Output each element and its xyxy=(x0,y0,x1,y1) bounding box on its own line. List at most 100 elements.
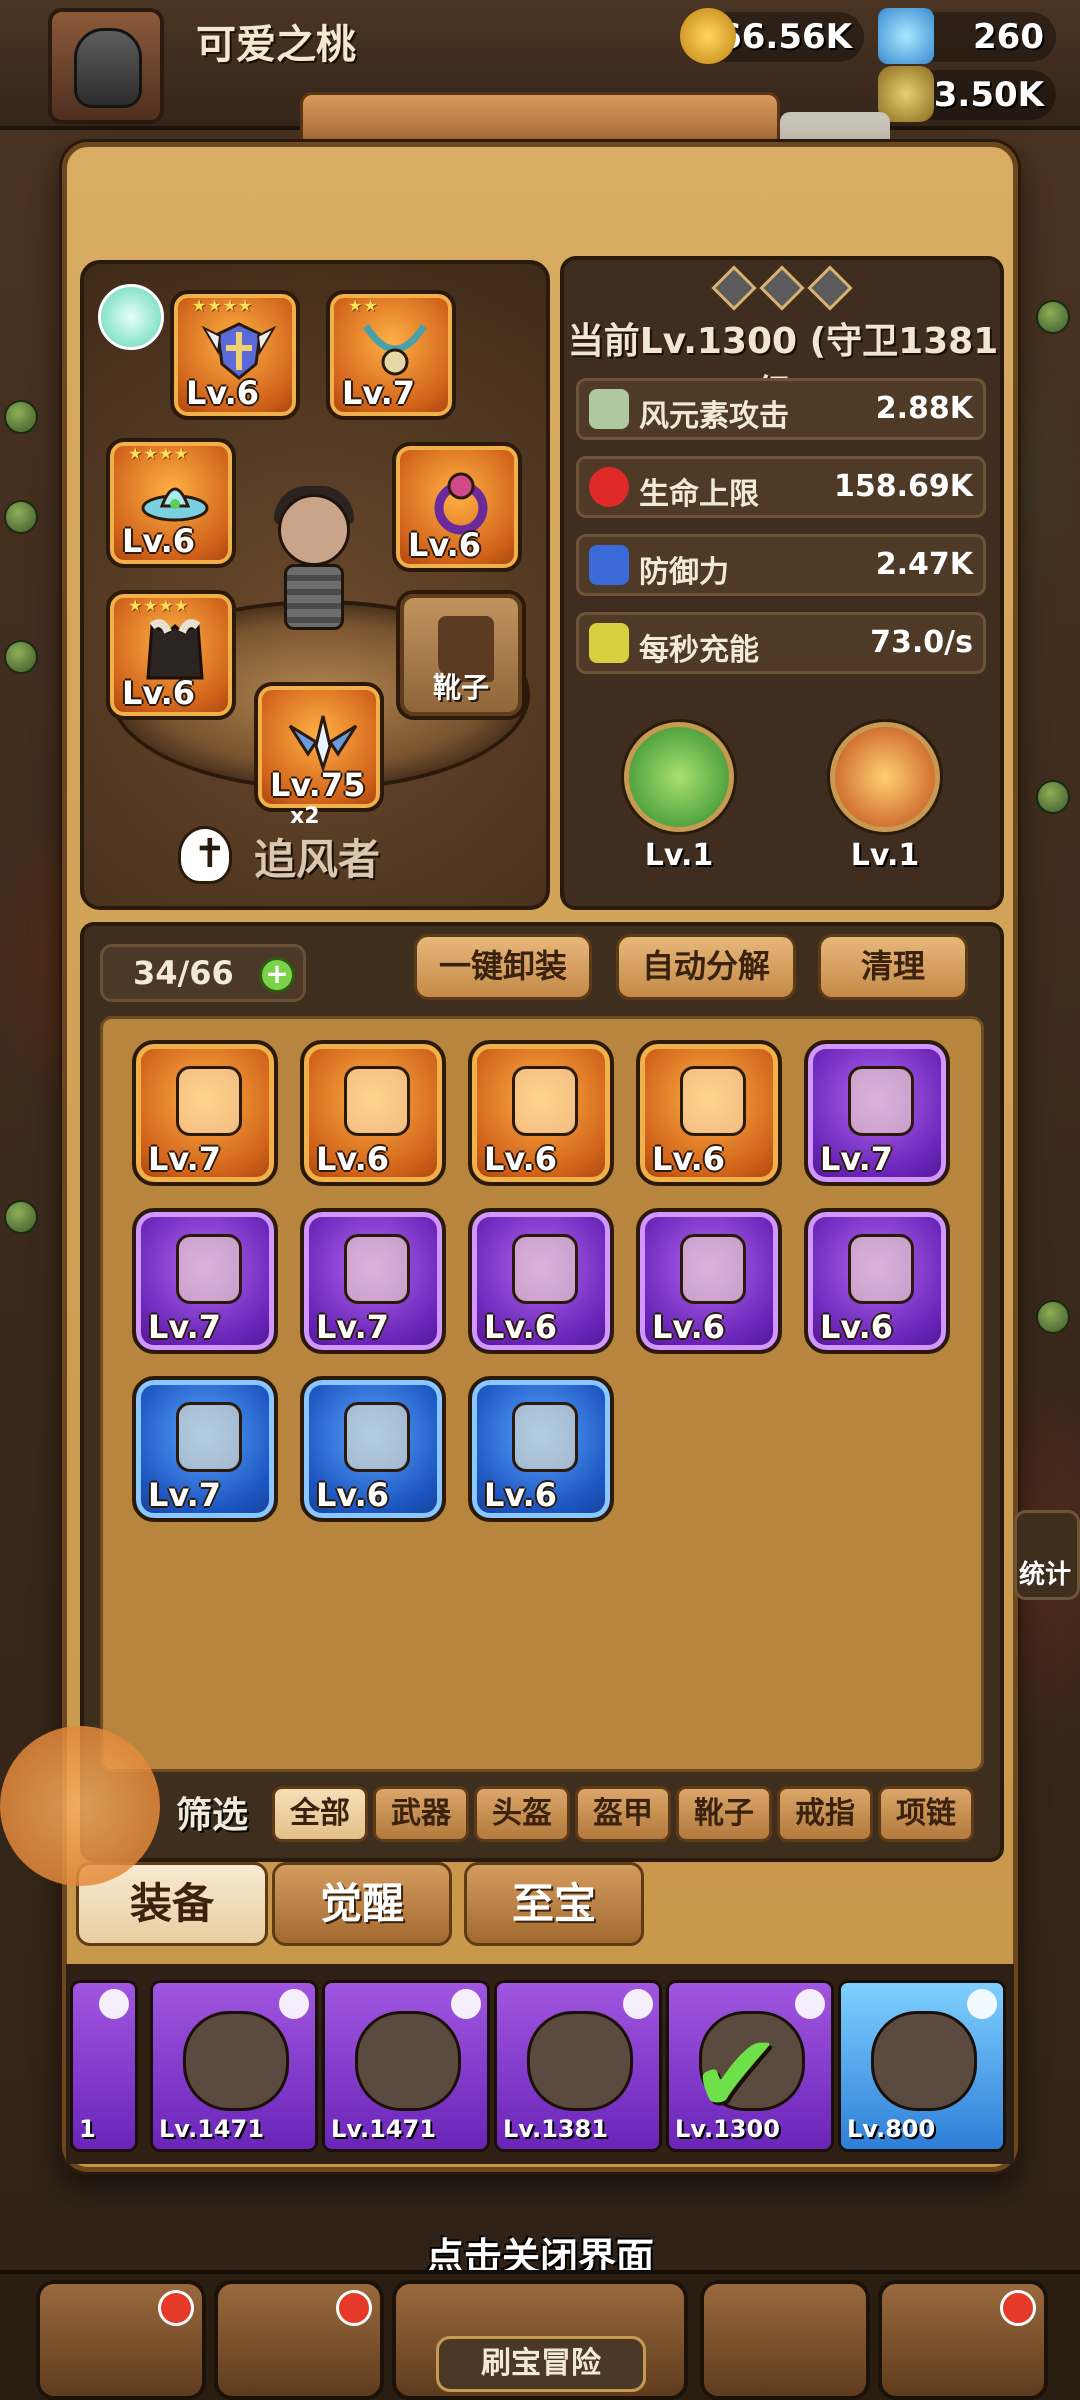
gem-value: 260 xyxy=(973,17,1044,57)
enemy-icon xyxy=(1036,300,1070,334)
auto-decompose-button[interactable]: 自动分解 xyxy=(616,934,796,1000)
tab-treasure[interactable]: 至宝 xyxy=(464,1862,644,1946)
inventory-item[interactable]: Lv.6 xyxy=(468,1040,614,1186)
inventory-item[interactable]: Lv.6 xyxy=(636,1040,782,1186)
equip-slot-boots[interactable]: 靴子 xyxy=(396,590,526,720)
element-icon xyxy=(967,1989,997,2019)
stat-value: 158.69K xyxy=(833,469,973,504)
filter-button[interactable]: 戒指 xyxy=(777,1786,873,1842)
nav-backpack-button[interactable] xyxy=(700,2280,870,2400)
statistics-button[interactable]: 统计 xyxy=(1014,1510,1080,1600)
stat-name: 防御力 xyxy=(639,555,729,590)
hero-level: 1 xyxy=(79,2115,96,2143)
filter-button[interactable]: 头盔 xyxy=(474,1786,570,1842)
stat-row-wind-attack: 风元素攻击 2.88K xyxy=(576,378,986,440)
inventory-item[interactable]: Lv.6 xyxy=(468,1376,614,1522)
enemy-icon xyxy=(4,400,38,434)
filter-label: 筛选 xyxy=(176,1795,249,1836)
adventure-label[interactable]: 刷宝冒险 xyxy=(436,2336,646,2392)
equip-slot-weapon[interactable]: ★★★★ Lv.6 xyxy=(170,290,300,420)
pendant-necklace-icon xyxy=(176,1234,242,1304)
tab-awaken[interactable]: 觉醒 xyxy=(272,1862,452,1946)
filter-button[interactable]: 全部 xyxy=(272,1786,368,1842)
inventory-item[interactable]: Lv.6 xyxy=(300,1040,446,1186)
filter-button[interactable]: 武器 xyxy=(373,1786,469,1842)
notification-badge xyxy=(1000,2290,1036,2326)
hero-card[interactable]: Lv.1381 xyxy=(494,1980,662,2152)
hero-portrait xyxy=(871,2011,977,2111)
clear-button[interactable]: 清理 xyxy=(818,934,968,1000)
element-icon xyxy=(279,1989,309,2019)
hero-card[interactable]: Lv.800 xyxy=(838,1980,1006,2152)
equip-slot-ring[interactable]: Lv.6 xyxy=(392,442,522,572)
statistics-label: 统计 xyxy=(1019,1560,1072,1590)
inventory-item[interactable]: Lv.6 xyxy=(804,1208,950,1354)
notification-badge xyxy=(158,2290,194,2326)
slot-stars: ★★★★ xyxy=(128,444,190,463)
skill-level: Lv.1 xyxy=(644,838,714,873)
inventory-item[interactable]: Lv.6 xyxy=(636,1208,782,1354)
enemy-icon xyxy=(4,640,38,674)
hero-card[interactable]: 1 xyxy=(70,1980,138,2152)
inventory-item[interactable]: Lv.6 xyxy=(300,1376,446,1522)
hero-card[interactable]: Lv.1471 xyxy=(322,1980,490,2152)
equip-slot-necklace[interactable]: ★★ Lv.7 xyxy=(326,290,456,420)
slot-level: Lv.6 xyxy=(408,526,482,564)
golden-pillar-icon xyxy=(512,1066,578,1136)
rank-diamond-icon xyxy=(807,265,853,311)
stat-value: 2.88K xyxy=(875,391,973,426)
nav-hero-button[interactable] xyxy=(214,2280,384,2400)
hero-card[interactable]: Lv.1471 xyxy=(150,1980,318,2152)
slot-level: Lv.7 xyxy=(342,374,416,412)
yellow-helmet-icon xyxy=(680,1066,746,1136)
selected-check-icon: ✔ xyxy=(690,2010,783,2138)
rank-diamond-icon xyxy=(759,265,805,311)
item-level: Lv.7 xyxy=(316,1308,390,1346)
inventory-item[interactable]: Lv.7 xyxy=(132,1040,278,1186)
slot-stars: ★★★★ xyxy=(192,296,254,315)
helmet-icon xyxy=(74,28,142,108)
filter-button[interactable]: 盔甲 xyxy=(575,1786,671,1842)
nav-forge-button[interactable] xyxy=(878,2280,1048,2400)
bone-cage-icon xyxy=(344,1066,410,1136)
equip-slot-helmet[interactable]: ★★★★ Lv.6 xyxy=(106,438,236,568)
gold-counter: 66.56K xyxy=(680,8,864,64)
item-level: Lv.7 xyxy=(148,1140,222,1178)
slot-level: Lv.6 xyxy=(122,522,196,560)
hero-rank-diamonds xyxy=(706,265,866,311)
stat-name: 每秒充能 xyxy=(639,633,759,668)
unequip-all-button[interactable]: 一键卸装 xyxy=(414,934,592,1000)
filter-button[interactable]: 项链 xyxy=(878,1786,974,1842)
item-level: Lv.6 xyxy=(652,1308,726,1346)
player-avatar[interactable] xyxy=(48,8,164,124)
stat-value: 73.0/s xyxy=(870,625,973,660)
inventory-item[interactable]: Lv.7 xyxy=(132,1208,278,1354)
stat-name: 生命上限 xyxy=(639,477,759,512)
gem-icon xyxy=(878,8,934,64)
equip-slot-crest[interactable]: Lv.75 xyxy=(254,682,384,812)
inventory-item[interactable]: Lv.7 xyxy=(804,1040,950,1186)
yellow-helmet-icon xyxy=(680,1234,746,1304)
wind-swirl-skill-icon[interactable] xyxy=(624,722,734,832)
inventory-item[interactable]: Lv.7 xyxy=(300,1208,446,1354)
expand-inventory-button[interactable]: + xyxy=(259,957,295,993)
inventory-item[interactable]: Lv.6 xyxy=(468,1208,614,1354)
filter-button[interactable]: 靴子 xyxy=(676,1786,772,1842)
heart-icon xyxy=(589,467,629,507)
hero-portrait xyxy=(527,2011,633,2111)
floating-assistant-button[interactable] xyxy=(0,1726,160,1886)
hero-level: Lv.1471 xyxy=(331,2115,436,2143)
wind-element-icon xyxy=(98,284,164,350)
hero-name: 追风者 xyxy=(254,835,381,884)
notification-badge xyxy=(336,2290,372,2326)
slot-stars: ★★ xyxy=(348,296,379,315)
equip-slot-armor[interactable]: ★★★★ Lv.6 xyxy=(106,590,236,720)
enemy-icon xyxy=(4,1200,38,1234)
fire-slash-skill-icon[interactable] xyxy=(830,722,940,832)
item-level: Lv.7 xyxy=(820,1140,894,1178)
inventory-count-value: 34/66 xyxy=(133,954,234,992)
inventory-item[interactable]: Lv.7 xyxy=(132,1376,278,1522)
slot-level: Lv.75 xyxy=(270,766,366,804)
enemy-icon xyxy=(1036,780,1070,814)
nav-shop-button[interactable] xyxy=(36,2280,206,2400)
